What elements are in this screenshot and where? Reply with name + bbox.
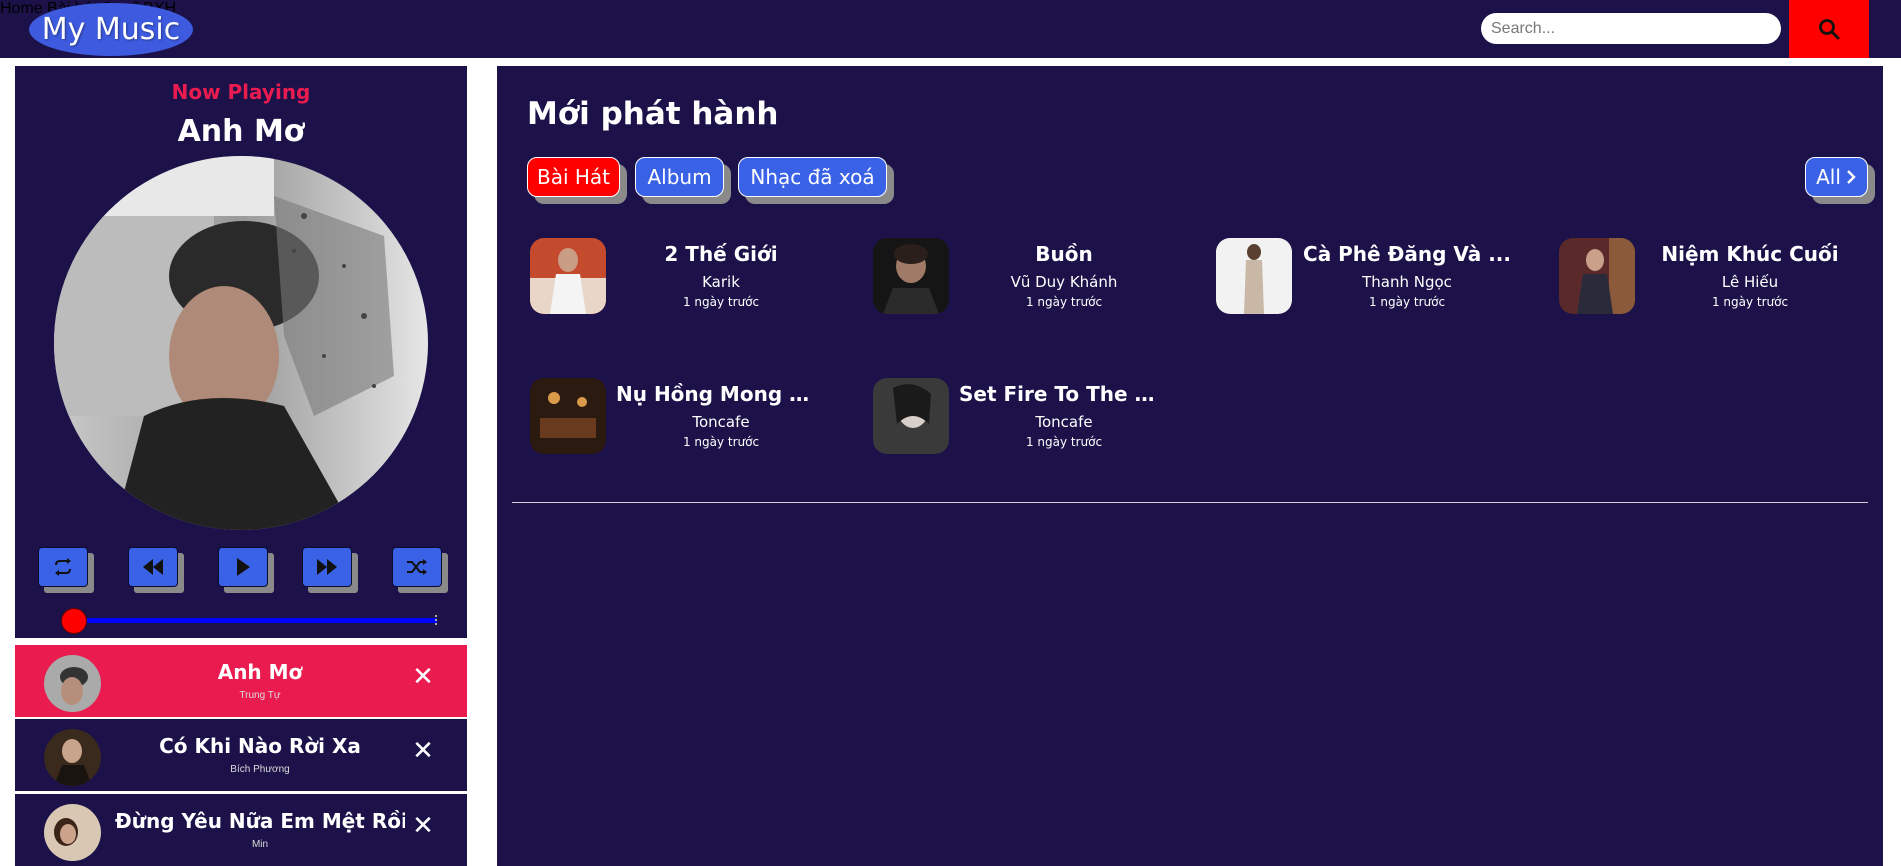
song-card[interactable]: 2 Thế Giới Karik 1 ngày trước (530, 238, 870, 318)
song-artist: Toncafe (1035, 413, 1093, 431)
song-card[interactable]: Buồn Vũ Duy Khánh 1 ngày trước (873, 238, 1213, 318)
queue-item-title: Đừng Yêu Nữa Em Mệt Rồi (115, 809, 405, 833)
song-thumbnail (530, 378, 606, 454)
queue-thumbnail (44, 729, 101, 786)
queue-thumbnail (44, 655, 101, 712)
progress-end-marker (435, 615, 439, 625)
tab-album[interactable]: Album (635, 157, 731, 204)
song-time: 1 ngày trước (1711, 295, 1789, 309)
view-all-button[interactable]: All (1805, 157, 1875, 204)
song-card[interactable]: Set Fire To The Rain Toncafe 1 ngày trướ… (873, 378, 1213, 458)
shuffle-icon (407, 559, 427, 575)
logo[interactable]: My Music (29, 3, 193, 56)
song-thumbnail (1559, 238, 1635, 314)
song-time: 1 ngày trước (682, 295, 760, 309)
play-button[interactable] (218, 547, 274, 593)
song-thumbnail (530, 238, 606, 314)
play-queue: Anh Mơ Trung Tự ✕ Có Khi Nào Rời Xa Bích… (15, 645, 467, 866)
fast-forward-icon (317, 559, 337, 575)
rewind-icon (143, 559, 163, 575)
queue-item[interactable]: Đừng Yêu Nữa Em Mệt Rồi Min ✕ (15, 794, 467, 866)
song-thumbnail (873, 378, 949, 454)
nav-home[interactable]: Home (0, 0, 43, 17)
song-card[interactable]: Cà Phê Đăng Và ... Thanh Ngọc 1 ngày trư… (1216, 238, 1556, 318)
song-time: 1 ngày trước (1368, 295, 1446, 309)
song-artist: Thanh Ngọc (1362, 273, 1452, 291)
remove-icon[interactable]: ✕ (411, 664, 435, 690)
fast-forward-button[interactable] (302, 547, 358, 593)
queue-item[interactable]: Có Khi Nào Rời Xa Bích Phương ✕ (15, 719, 467, 791)
repeat-icon (55, 558, 71, 576)
song-artist: Karik (702, 273, 740, 291)
tab-deleted[interactable]: Nhạc đã xoá (738, 157, 894, 204)
now-playing-label: Now Playing (171, 80, 311, 104)
song-artist: Vũ Duy Khánh (1010, 273, 1118, 291)
queue-item-artist: Trung Tự (239, 690, 281, 701)
chevron-right-icon (1847, 170, 1856, 184)
search-icon (1819, 19, 1840, 40)
play-icon (237, 558, 250, 576)
search-input[interactable] (1481, 13, 1781, 44)
rewind-button[interactable] (128, 547, 184, 593)
remove-icon[interactable]: ✕ (411, 813, 435, 839)
shuffle-button[interactable] (392, 547, 448, 593)
queue-item[interactable]: Anh Mơ Trung Tự ✕ (15, 645, 467, 717)
top-navbar: My Music Home Bài hát Ca sĩ BXH (0, 0, 1901, 58)
repeat-button[interactable] (38, 547, 94, 593)
navbar-edge (1869, 0, 1901, 58)
song-title: Nụ Hồng Mong Ma... (616, 382, 826, 406)
song-card[interactable]: Nụ Hồng Mong Ma... Toncafe 1 ngày trước (530, 378, 870, 458)
tab-songs[interactable]: Bài Hát (527, 157, 627, 204)
song-title: Buồn (1035, 242, 1093, 266)
song-thumbnail (1216, 238, 1292, 314)
new-releases-panel: Mới phát hành Bài Hát Album Nhạc đã xoá … (497, 66, 1883, 866)
song-card[interactable]: Niệm Khúc Cuối Lê Hiếu 1 ngày trước (1559, 238, 1899, 318)
song-time: 1 ngày trước (682, 435, 760, 449)
section-title: Mới phát hành (527, 96, 779, 132)
page-edge (1883, 58, 1901, 866)
now-playing-title: Anh Mơ (177, 114, 305, 149)
search-button[interactable] (1789, 0, 1869, 58)
queue-thumbnail (44, 804, 101, 861)
progress-knob[interactable] (61, 608, 87, 634)
queue-item-artist: Bích Phương (230, 764, 290, 775)
song-time: 1 ngày trước (1025, 435, 1103, 449)
now-playing-panel: Now Playing Anh Mơ (15, 66, 467, 638)
view-all-label: All (1816, 165, 1841, 189)
remove-icon[interactable]: ✕ (411, 738, 435, 764)
section-divider (512, 502, 1868, 503)
song-title: Set Fire To The Rain (959, 382, 1169, 406)
song-artist: Toncafe (692, 413, 750, 431)
queue-item-title: Có Khi Nào Rời Xa (159, 734, 361, 758)
song-title: Niệm Khúc Cuối (1661, 242, 1839, 266)
song-title: Cà Phê Đăng Và ... (1303, 242, 1511, 266)
song-artist: Lê Hiếu (1721, 273, 1779, 291)
queue-item-artist: Min (251, 839, 269, 850)
song-time: 1 ngày trước (1025, 295, 1103, 309)
song-title: 2 Thế Giới (664, 242, 778, 266)
song-thumbnail (873, 238, 949, 314)
album-art-disc (54, 156, 428, 530)
progress-track[interactable] (87, 618, 437, 623)
queue-item-title: Anh Mơ (217, 660, 303, 684)
